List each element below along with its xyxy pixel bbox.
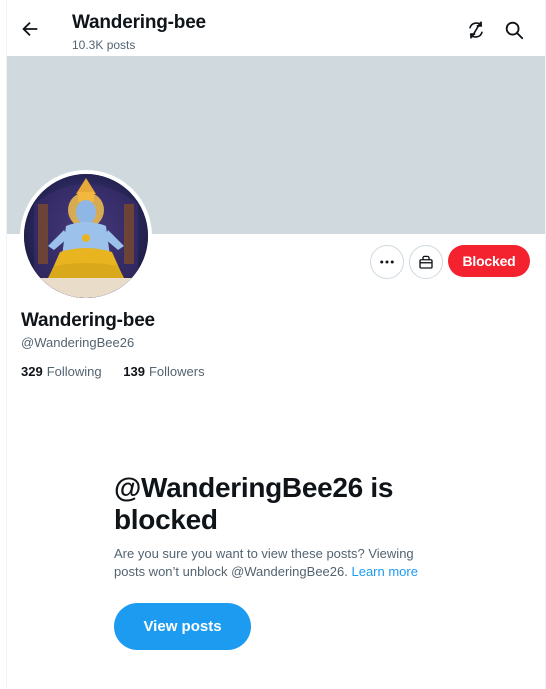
user-handle: @WanderingBee26	[21, 335, 135, 350]
top-bar: Wandering-bee 10.3K posts	[7, 0, 545, 56]
learn-more-link[interactable]: Learn more	[351, 564, 417, 579]
followers-link[interactable]: 139 Followers	[123, 364, 204, 379]
search-icon[interactable]	[503, 19, 525, 41]
blocked-notice-message: Are you sure you want to view these post…	[114, 545, 444, 581]
avatar[interactable]	[20, 170, 152, 302]
display-name: Wandering-bee	[21, 310, 155, 331]
header-title: Wandering-bee	[72, 12, 206, 33]
following-link[interactable]: 329 Following	[21, 364, 102, 379]
follow-stats: 329 Following 139 Followers	[21, 364, 223, 379]
gift-icon	[419, 255, 433, 269]
followers-label: Followers	[148, 364, 205, 379]
posts-count: 10.3K posts	[72, 38, 136, 52]
following-count: 329	[21, 364, 43, 379]
back-arrow-icon[interactable]	[19, 18, 41, 40]
more-icon	[380, 260, 394, 264]
followers-count: 139	[123, 364, 145, 379]
view-posts-button[interactable]: View posts	[114, 603, 251, 650]
refresh-icon[interactable]	[465, 19, 487, 41]
blocked-button[interactable]: Blocked	[448, 245, 530, 277]
following-label: Following	[46, 364, 102, 379]
blocked-notice-title: @WanderingBee26 is blocked	[114, 472, 394, 535]
profile-page: Wandering-bee 10.3K posts Blocked Wander…	[0, 0, 546, 689]
more-options-button[interactable]	[370, 245, 404, 279]
avatar-image	[24, 174, 148, 298]
gift-button[interactable]	[409, 245, 443, 279]
